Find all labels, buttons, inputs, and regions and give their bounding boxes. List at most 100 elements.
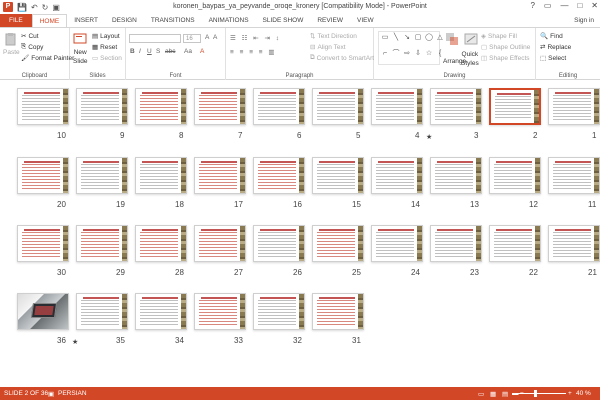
shape-fill-button[interactable]: ◈ Shape Fill <box>481 32 517 41</box>
slide-thumbnail-29[interactable] <box>76 225 128 262</box>
section-button[interactable]: ▭ Section <box>92 54 122 63</box>
arrow-shape-icon[interactable]: ↘ <box>402 33 412 48</box>
slide-thumbnail-35[interactable] <box>76 293 128 330</box>
paste-button[interactable]: Paste <box>3 32 20 56</box>
tab-transitions[interactable]: TRANSITIONS <box>144 14 202 27</box>
tab-file[interactable]: FILE <box>0 14 32 27</box>
shape-outline-button[interactable]: ▢ Shape Outline <box>481 43 530 52</box>
slide-thumbnail-15[interactable] <box>312 157 364 194</box>
tab-slide-show[interactable]: SLIDE SHOW <box>256 14 311 27</box>
font-size-combo[interactable]: 16 <box>183 34 201 43</box>
language-status[interactable]: PERSIAN <box>58 390 87 397</box>
new-slide-button[interactable]: New Slide <box>73 32 87 65</box>
cut-button[interactable]: ✂ Cut <box>21 32 39 41</box>
reading-view-icon[interactable]: ▤ <box>502 390 508 398</box>
sign-in-link[interactable]: Sign in <box>574 17 594 24</box>
close-icon[interactable]: ✕ <box>591 1 598 10</box>
slide-thumbnail-20[interactable] <box>17 157 69 194</box>
slide-thumbnail-18[interactable] <box>135 157 187 194</box>
select-button[interactable]: ⬚ Select <box>540 54 566 63</box>
slide-thumbnail-25[interactable] <box>312 225 364 262</box>
format-painter-button[interactable]: 🖌 Format Painter <box>21 54 74 63</box>
bold-button[interactable]: B <box>130 48 135 55</box>
zoom-level[interactable]: 40 % <box>576 390 591 397</box>
align-text-button[interactable]: ⊟ Align Text <box>310 43 346 52</box>
sorter-view-icon[interactable]: ▦ <box>490 390 496 398</box>
text-direction-button[interactable]: ⇅ Text Direction <box>310 32 357 41</box>
slide-thumbnail-23[interactable] <box>430 225 482 262</box>
oval-shape-icon[interactable]: ◯ <box>424 33 434 48</box>
slide-thumbnail-22[interactable] <box>489 225 541 262</box>
slide-thumbnail-30[interactable] <box>17 225 69 262</box>
help-icon[interactable]: ? <box>530 1 534 10</box>
slide-thumbnail-26[interactable] <box>253 225 305 262</box>
rect-shape-icon[interactable]: ▢ <box>413 33 423 48</box>
align-icons[interactable]: ≡ ≡ ≡ ≡ ▥ <box>230 48 277 56</box>
tab-view[interactable]: VIEW <box>350 14 381 27</box>
line-shape-icon[interactable]: ╲ <box>391 33 401 48</box>
ribbon-display-icon[interactable]: ▭ <box>544 1 552 10</box>
tab-review[interactable]: REVIEW <box>310 14 350 27</box>
tab-animations[interactable]: ANIMATIONS <box>202 14 256 27</box>
slide-thumbnail-31[interactable] <box>312 293 364 330</box>
zoom-slider-knob[interactable] <box>534 390 537 397</box>
shrink-font-icon[interactable]: A <box>213 34 217 41</box>
font-name-combo[interactable] <box>129 34 181 43</box>
italic-button[interactable]: I <box>139 48 141 55</box>
replace-button[interactable]: ⇄ Replace <box>540 43 571 52</box>
slide-thumbnail-27[interactable] <box>194 225 246 262</box>
font-color-icon[interactable]: A <box>200 48 204 55</box>
present-icon[interactable]: ▣ <box>52 3 60 12</box>
slide-thumbnail-36[interactable] <box>17 293 69 330</box>
redo-icon[interactable]: ↻ <box>42 3 49 12</box>
shapes-gallery[interactable]: ▭ ╲ ↘ ▢ ◯ △ ⌐ ⌒ ⇨ ⇩ ☆ { <box>378 31 443 65</box>
slide-thumbnail-3[interactable] <box>430 88 482 125</box>
slide-thumbnail-28[interactable] <box>135 225 187 262</box>
shadow-button[interactable]: S <box>156 48 160 55</box>
tab-insert[interactable]: INSERT <box>67 14 105 27</box>
tab-home[interactable]: HOME <box>31 14 68 27</box>
slide-thumbnail-24[interactable] <box>371 225 423 262</box>
elbow-shape-icon[interactable]: ⌐ <box>380 49 390 64</box>
bullets-icon[interactable]: ☰ ☷ ⇤ ⇥ ↕ <box>230 34 281 42</box>
spelling-icon[interactable]: ▣ <box>48 390 54 398</box>
minimize-icon[interactable]: — <box>560 1 568 10</box>
slide-thumbnail-16[interactable] <box>253 157 305 194</box>
reset-button[interactable]: ▦ Reset <box>92 43 117 52</box>
slide-thumbnail-19[interactable] <box>76 157 128 194</box>
strikethrough-button[interactable]: abc <box>165 48 175 55</box>
convert-smartart-button[interactable]: ⧉ Convert to SmartArt <box>310 54 374 62</box>
slide-thumbnail-10[interactable] <box>17 88 69 125</box>
grow-font-icon[interactable]: A <box>205 34 209 41</box>
slide-thumbnail-1[interactable] <box>548 88 600 125</box>
curve-shape-icon[interactable]: ⌒ <box>391 49 401 64</box>
layout-button[interactable]: ▤ Layout <box>92 32 120 41</box>
tab-design[interactable]: DESIGN <box>105 14 144 27</box>
slide-thumbnail-13[interactable] <box>430 157 482 194</box>
slide-thumbnail-34[interactable] <box>135 293 187 330</box>
darrow-shape-icon[interactable]: ⇩ <box>413 49 423 64</box>
zoom-slider[interactable] <box>516 390 566 397</box>
underline-button[interactable]: U <box>147 48 152 55</box>
slide-thumbnail-21[interactable] <box>548 225 600 262</box>
change-case-button[interactable]: Aa <box>184 48 192 55</box>
slide-thumbnail-17[interactable] <box>194 157 246 194</box>
star-shape-icon[interactable]: ☆ <box>424 49 434 64</box>
slide-thumbnail-6[interactable] <box>253 88 305 125</box>
copy-button[interactable]: ⎘ Copy <box>21 43 43 51</box>
undo-icon[interactable]: ↶ <box>31 3 38 12</box>
maximize-icon[interactable]: □ <box>577 1 582 10</box>
triangle-shape-icon[interactable]: △ <box>435 33 445 48</box>
slide-thumbnail-12[interactable] <box>489 157 541 194</box>
zoom-in-button[interactable]: + <box>568 390 572 397</box>
find-button[interactable]: 🔍 Find <box>540 32 563 41</box>
slide-thumbnail-7[interactable] <box>194 88 246 125</box>
slide-thumbnail-5[interactable] <box>312 88 364 125</box>
textbox-shape-icon[interactable]: ▭ <box>380 33 390 48</box>
slide-thumbnail-14[interactable] <box>371 157 423 194</box>
save-icon[interactable]: 💾 <box>17 3 27 12</box>
shape-effects-button[interactable]: ◫ Shape Effects <box>481 54 530 63</box>
rarrow-shape-icon[interactable]: ⇨ <box>402 49 412 64</box>
quick-styles-button[interactable]: Quick Styles <box>461 51 479 67</box>
slide-thumbnail-9[interactable] <box>76 88 128 125</box>
